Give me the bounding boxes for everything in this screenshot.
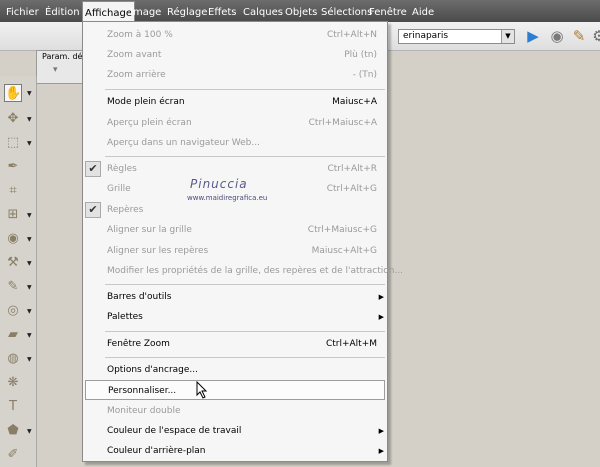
menu-item-full-screen[interactable]: Mode plein écran Maiusc+A bbox=[83, 92, 387, 112]
menu-bar: Fichier Édition Affichage Image Réglage … bbox=[0, 0, 600, 23]
menu-separator bbox=[105, 156, 385, 157]
menu-item-browser-preview[interactable]: Aperçu dans un navigateur Web... bbox=[83, 133, 387, 153]
chevron-down-icon[interactable]: ▼ bbox=[27, 90, 32, 97]
checkmark-icon: ✔ bbox=[85, 202, 101, 218]
mouse-cursor-icon bbox=[196, 381, 208, 399]
chevron-down-icon[interactable]: ▼ bbox=[27, 428, 32, 435]
menu-item-background-color[interactable]: Couleur d'arrière-plan ▶ bbox=[83, 441, 387, 461]
straighten-tool-icon[interactable]: ⊞ bbox=[4, 206, 22, 224]
text-tool-icon[interactable]: T bbox=[4, 398, 22, 416]
flood-fill-icon[interactable]: ◍ bbox=[4, 350, 22, 368]
menu-edition[interactable]: Édition bbox=[45, 0, 80, 22]
menu-separator bbox=[105, 357, 385, 358]
menu-aide[interactable]: Aide bbox=[412, 0, 434, 22]
chevron-down-icon[interactable]: ▼ bbox=[27, 356, 32, 363]
menu-item-zoom-100[interactable]: Zoom à 100 % Ctrl+Alt+N bbox=[83, 25, 387, 45]
stop-icon[interactable]: ◉ bbox=[548, 27, 566, 45]
pen-tool-icon[interactable]: ✐ bbox=[4, 446, 22, 464]
menu-item-snap-guides[interactable]: Aligner sur les repères Maiusc+Alt+G bbox=[83, 241, 387, 261]
selection-tool-icon[interactable]: ⬚ bbox=[4, 134, 22, 152]
watermark-name: Pinuccia bbox=[190, 177, 248, 191]
workspace-select[interactable]: erinaparis ▼ bbox=[398, 29, 515, 44]
menu-item-full-screen-preview[interactable]: Aperçu plein écran Ctrl+Maiusc+A bbox=[83, 113, 387, 133]
menu-objets[interactable]: Objets bbox=[285, 0, 317, 22]
menu-item-workspace-color[interactable]: Couleur de l'espace de travail ▶ bbox=[83, 421, 387, 441]
crop-tool-icon[interactable]: ⌗ bbox=[4, 182, 22, 200]
menu-item-rulers[interactable]: ✔ Règles Ctrl+Alt+R bbox=[83, 159, 387, 179]
affichage-menu: Zoom à 100 % Ctrl+Alt+N Zoom avant Plù (tn… bbox=[82, 21, 403, 462]
warp-brush-icon[interactable]: ❋ bbox=[4, 374, 22, 392]
eraser-tool-icon[interactable]: ▰ bbox=[4, 326, 22, 344]
menu-item-palettes[interactable]: Palettes ▶ bbox=[83, 307, 387, 327]
chevron-down-icon[interactable]: ▼ bbox=[27, 260, 32, 267]
clone-brush-icon[interactable]: ◎ bbox=[4, 302, 22, 320]
tools-palette: ✋ ▼ ✥ ▼ ⬚ ▼ ✒ ⌗ ⊞ ▼ ◉ ▼ ⚒ ▼ ✎ ▼ ◎ ▼ ▰ ▼ ◍ ▼ ❋ T ⬟ ▼… bbox=[0, 76, 37, 467]
menu-item-guides[interactable]: ✔ Repères bbox=[83, 200, 387, 220]
chevron-down-icon[interactable]: ▼ bbox=[27, 116, 32, 123]
makeover-tool-icon[interactable]: ⚒ bbox=[4, 254, 22, 272]
dropper-tool-icon[interactable]: ✒ bbox=[4, 158, 22, 176]
menu-separator bbox=[105, 284, 385, 285]
menu-item-grid-properties[interactable]: Modifier les propriétés de la grille, de… bbox=[83, 261, 403, 281]
menu-item-dual-monitor[interactable]: Moniteur double bbox=[83, 401, 387, 421]
chevron-down-icon[interactable]: ▼ bbox=[27, 284, 32, 291]
paint-brush-icon[interactable]: ✎ bbox=[4, 278, 22, 296]
menu-image[interactable]: Image bbox=[130, 0, 161, 22]
menu-item-zoom-out[interactable]: Zoom arrière - (Tn) bbox=[83, 65, 387, 85]
menu-reglage[interactable]: Réglage bbox=[167, 0, 207, 22]
menu-item-snap-grid[interactable]: Aligner sur la grille Ctrl+Maiusc+G bbox=[83, 220, 387, 240]
presets-label: Param. déf bbox=[42, 52, 86, 61]
tool-options-panel: Param. déf ▾ bbox=[36, 50, 86, 84]
menu-effets[interactable]: Effets bbox=[208, 0, 237, 22]
move-tool-icon[interactable]: ✥ bbox=[4, 110, 22, 128]
script-extra-icon[interactable]: ⚙ bbox=[590, 27, 600, 45]
menu-separator bbox=[105, 331, 385, 332]
watermark-site: www.maidiregrafica.eu bbox=[187, 194, 268, 202]
menu-fichier[interactable]: Fichier bbox=[6, 0, 39, 22]
submenu-arrow-icon: ▶ bbox=[378, 313, 384, 321]
menu-item-toolbars[interactable]: Barres d'outils ▶ bbox=[83, 287, 387, 307]
edit-script-icon[interactable]: ✎ bbox=[570, 27, 588, 45]
chevron-down-icon[interactable]: ▼ bbox=[27, 308, 32, 315]
submenu-arrow-icon: ▶ bbox=[378, 447, 384, 455]
submenu-arrow-icon: ▶ bbox=[378, 293, 384, 301]
chevron-down-icon[interactable]: ▼ bbox=[501, 30, 514, 43]
submenu-arrow-icon: ▶ bbox=[378, 427, 384, 435]
red-eye-tool-icon[interactable]: ◉ bbox=[4, 230, 22, 248]
menu-affichage[interactable]: Affichage bbox=[82, 1, 135, 23]
menu-selections[interactable]: Sélections bbox=[321, 0, 372, 22]
chevron-down-icon[interactable]: ▼ bbox=[27, 332, 32, 339]
menu-item-docking-options[interactable]: Options d'ancrage... bbox=[83, 360, 387, 380]
preset-shape-icon[interactable]: ⬟ bbox=[4, 422, 22, 440]
menu-fenetre[interactable]: Fenêtre bbox=[369, 0, 407, 22]
chevron-down-icon[interactable]: ▼ bbox=[27, 140, 32, 147]
presets-dropdown[interactable]: ▾ bbox=[53, 65, 58, 75]
menu-item-zoom-window[interactable]: Fenêtre Zoom Ctrl+Alt+M bbox=[83, 334, 387, 354]
play-icon[interactable]: ▶ bbox=[524, 27, 542, 45]
checkmark-icon: ✔ bbox=[85, 161, 101, 177]
pan-tool-icon[interactable]: ✋ bbox=[4, 84, 22, 102]
workspace-value: erinaparis bbox=[403, 31, 449, 41]
chevron-down-icon[interactable]: ▼ bbox=[27, 236, 32, 243]
menu-calques[interactable]: Calques bbox=[243, 0, 283, 22]
chevron-down-icon[interactable]: ▼ bbox=[27, 212, 32, 219]
menu-item-zoom-in[interactable]: Zoom avant Plù (tn) bbox=[83, 45, 387, 65]
menu-separator bbox=[105, 89, 385, 90]
menu-item-customize[interactable]: Personnaliser... bbox=[85, 380, 385, 400]
